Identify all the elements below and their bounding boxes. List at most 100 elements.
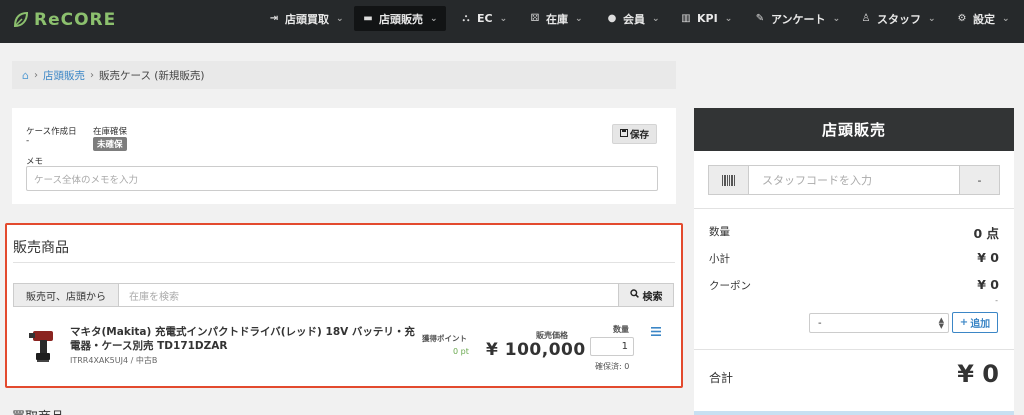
- chevron-down-icon: ⌄: [499, 13, 508, 24]
- nav-item-staff[interactable]: ♙ スタッフ ⌄: [852, 6, 944, 31]
- breadcrumb-link-sales[interactable]: 店頭販売: [43, 68, 85, 83]
- nav-item-label: 会員: [623, 12, 645, 26]
- cart-icon: ▬: [363, 13, 373, 24]
- sign-in-icon: ⇥: [269, 13, 279, 24]
- cubes-icon: ⚄: [530, 13, 540, 24]
- save-icon: [619, 128, 628, 140]
- nav-item-survey[interactable]: ✎ アンケート ⌄: [746, 6, 848, 31]
- search-icon: [629, 289, 639, 301]
- nav-item-label: KPI: [697, 12, 718, 25]
- logo-text: ReCORE: [34, 10, 117, 30]
- sitemap-icon: ⛬: [462, 13, 470, 24]
- chevron-down-icon: ⌄: [832, 13, 841, 24]
- nav-item-label: スタッフ: [877, 12, 921, 26]
- total-label: 合計: [709, 371, 734, 385]
- checkout-button[interactable]: [694, 411, 1014, 415]
- chevron-down-icon: ⌄: [652, 13, 660, 24]
- user-outline-icon: ♙: [861, 13, 871, 24]
- staff-code-group: スタッフコードを入力 -: [708, 165, 1000, 195]
- menu-icon[interactable]: [651, 327, 661, 336]
- breadcrumb: ⌂ › 店頭販売 › 販売ケース (新規販売): [12, 61, 676, 89]
- staff-code-input[interactable]: スタッフコードを入力: [749, 166, 959, 194]
- chevron-down-icon: ⌄: [724, 13, 733, 24]
- divider: [13, 262, 675, 263]
- case-created-value: -: [26, 136, 30, 146]
- stock-reserve-label: 在庫確保: [93, 127, 128, 137]
- plus-icon: +: [959, 317, 969, 328]
- add-button-label: 追加: [970, 319, 991, 330]
- points-label: 獲得ポイント: [422, 334, 467, 343]
- nav-item-label: EC: [477, 12, 493, 25]
- total-value: ¥ 0: [957, 360, 999, 388]
- coupon-note: -: [995, 296, 998, 305]
- divider: [694, 349, 1014, 350]
- product-thumbnail: [29, 331, 53, 362]
- save-button[interactable]: 保存: [612, 124, 657, 144]
- search-filter-dropdown[interactable]: 販売可、店頭から: [14, 284, 119, 306]
- quantity-label: 数量: [613, 325, 629, 334]
- coupon-select[interactable]: - ▲ ▼: [809, 313, 949, 333]
- chevron-down-icon: ⌄: [336, 13, 344, 24]
- home-icon[interactable]: ⌂: [22, 69, 29, 82]
- nav-item-kpi[interactable]: ▥ KPI ⌄: [672, 6, 740, 31]
- subtotal-value: ¥ 0: [977, 250, 999, 265]
- chevron-down-icon: ⌄: [928, 13, 936, 24]
- stock-search-input[interactable]: 在庫を検索: [119, 284, 618, 306]
- case-info-panel: ケース作成日 - 在庫確保 未確保 保存 メモ ケース全体のメモを入力: [12, 108, 676, 204]
- chevron-down-icon: ⌄: [575, 13, 583, 24]
- nav-item-members[interactable]: ● 会員 ⌄: [598, 6, 668, 31]
- coupon-value: ¥ 0: [977, 277, 999, 292]
- product-name[interactable]: マキタ(Makita) 充電式インパクトドライバ(レッド) 18V バッテリ・充…: [70, 325, 415, 353]
- stock-search-bar: 販売可、店頭から 在庫を検索 検索: [13, 283, 674, 307]
- summary-panel: スタッフコードを入力 - 数量 0 点 小計 ¥ 0 クーポン ¥ 0 - - …: [694, 151, 1014, 415]
- breadcrumb-separator: ›: [89, 69, 94, 81]
- points-value: 0 pt: [453, 347, 469, 356]
- quantity-label: 数量: [709, 226, 730, 238]
- chevron-down-icon: ⌄: [430, 13, 438, 24]
- coupon-select-value: -: [818, 317, 822, 329]
- quantity-value: 0 点: [973, 226, 999, 241]
- bar-chart-icon: ▥: [681, 13, 691, 24]
- nav-item-label: 設定: [973, 12, 995, 26]
- memo-textarea[interactable]: ケース全体のメモを入力: [26, 166, 658, 191]
- nav-item-label: アンケート: [771, 12, 826, 26]
- barcode-icon: [709, 166, 749, 194]
- status-badge: 未確保: [93, 137, 127, 151]
- product-code: ITRR4XAK5UJ4 / 中古B: [70, 356, 158, 365]
- breadcrumb-current: 販売ケース (新規販売): [98, 69, 205, 82]
- save-button-label: 保存: [629, 130, 649, 141]
- case-created-label: ケース作成日: [26, 127, 77, 137]
- panel-title: 店頭販売: [694, 108, 1014, 151]
- list-item: マキタ(Makita) 充電式インパクトドライバ(レッド) 18V バッテリ・充…: [13, 317, 677, 377]
- nav-item-inventory[interactable]: ⚄ 在庫 ⌄: [521, 6, 591, 31]
- select-arrows-icon: ▲ ▼: [938, 316, 944, 330]
- chevron-down-icon: ⌄: [1002, 13, 1010, 24]
- nav-item-label: 在庫: [546, 12, 568, 26]
- divider: [694, 208, 1014, 209]
- leaf-icon: [13, 11, 29, 28]
- sale-items-panel: 販売商品 販売可、店頭から 在庫を検索 検索 マキタ(Makita) 充電式イン…: [5, 223, 683, 388]
- subtotal-label: 小計: [709, 253, 730, 265]
- breadcrumb-separator: ›: [33, 69, 38, 81]
- nav-item-ec[interactable]: ⛬ EC ⌄: [452, 6, 515, 31]
- add-coupon-button[interactable]: + 追加: [952, 312, 998, 333]
- user-icon: ●: [607, 13, 617, 24]
- coupon-label: クーポン: [709, 280, 751, 292]
- search-button[interactable]: 検索: [618, 284, 673, 306]
- section-title: 買取商品: [12, 406, 64, 415]
- gear-icon: ⚙: [957, 13, 967, 24]
- nav-item-label: 店頭販売: [379, 12, 423, 26]
- section-title: 販売商品: [13, 240, 69, 256]
- nav-item-settings[interactable]: ⚙ 設定 ⌄: [948, 6, 1018, 31]
- staff-clear-button[interactable]: -: [959, 166, 999, 194]
- search-button-label: 検索: [642, 291, 663, 303]
- top-navbar: ReCORE ⇥ 店頭買取 ⌄ ▬ 店頭販売 ⌄ ⛬ EC ⌄ ⚄ 在庫 ⌄ ●…: [0, 0, 1024, 43]
- recore-logo[interactable]: ReCORE: [12, 9, 116, 31]
- nav-item-purchase[interactable]: ⇥ 店頭買取 ⌄: [260, 6, 352, 31]
- reserved-count: 確保済: 0: [595, 362, 630, 371]
- quantity-input[interactable]: 1: [590, 337, 634, 356]
- edit-icon: ✎: [755, 13, 765, 24]
- price-value: ¥ 100,000: [486, 340, 586, 360]
- nav-item-label: 店頭買取: [285, 12, 329, 26]
- nav-item-sales[interactable]: ▬ 店頭販売 ⌄: [354, 6, 446, 31]
